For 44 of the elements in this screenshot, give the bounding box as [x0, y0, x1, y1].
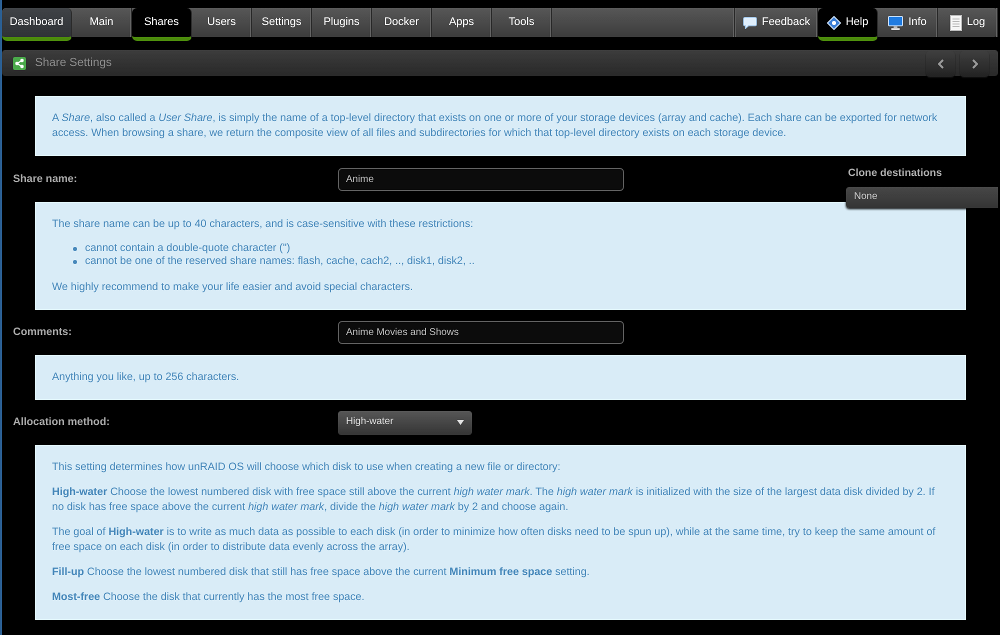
help-text: The share name can be up to 40 characters, and is case-sensitive with these restrictions:: [52, 217, 474, 232]
help-text: A Share, also called a User Share, is simply the name of a top-level directory that exists on one or more of your storage devices (array and cache). Each share can be exported for network access. When browsing a share, we return the composite view of all files and subdirectories for which that top-level directory exists on each storage device.: [52, 111, 938, 141]
nav-link[interactable]: Info: [878, 8, 938, 37]
help-text: We highly recommend to make your life easier and avoid special characters.: [52, 280, 414, 295]
nav-tab[interactable]: Settings: [252, 8, 312, 37]
field-label: Comments:: [13, 325, 73, 340]
field-label: Share name:: [13, 172, 78, 187]
diamond-icon: [826, 16, 841, 30]
help-text: This setting determines how unRAID OS will choose which disk to use when creating a new file or directory:: [52, 460, 562, 475]
help-list-item: cannot be one of the reserved share names: flash, cache, cach2, .., disk1, disk2, ..: [85, 255, 475, 268]
page-title: Share Settings: [35, 55, 112, 72]
nav-tab[interactable]: Shares: [132, 8, 192, 41]
field-label: Allocation method:: [13, 415, 111, 430]
chevron-right-icon: [972, 58, 978, 68]
nav-link[interactable]: Feedback: [735, 8, 818, 37]
bullet-icon: [73, 246, 77, 250]
help-text: Anything you like, up to 256 characters.: [52, 370, 240, 385]
help-text: Fill-up Choose the lowest numbered disk that still has free space above the current Minimum free space setting.: [52, 565, 591, 580]
help-text: Most-free Choose the disk that currently has the most free space.: [52, 590, 366, 605]
nav-tab[interactable]: Plugins: [312, 8, 372, 37]
bullet-icon: [73, 260, 77, 264]
nav-tab[interactable]: Dashboard: [2, 8, 72, 41]
chevron-left-icon: [938, 58, 944, 68]
previous-button[interactable]: [926, 50, 955, 76]
dropdown-select[interactable]: None: [846, 186, 998, 208]
nav-tab[interactable]: Tools: [492, 8, 552, 37]
field-label: Clone destinations: [848, 166, 943, 181]
next-button[interactable]: [960, 50, 989, 76]
nav-tab[interactable]: Users: [192, 8, 252, 37]
caret-icon: [457, 420, 464, 425]
nav-link[interactable]: Help: [818, 8, 878, 41]
nav-link[interactable]: Log: [938, 8, 998, 37]
input-field[interactable]: Anime: [338, 168, 624, 190]
share-icon: [13, 56, 26, 70]
document-icon: [950, 14, 962, 30]
speech-bubble-icon: [742, 16, 757, 28]
dropdown-select[interactable]: High-water: [338, 410, 472, 434]
help-text: The goal of High-water is to write as much data as possible to each disk (in order to minimize how often disks need to be spun up), while at the same time, try to keep the same amount of free space on each disk (in order to distribute data evenly across the array).: [52, 525, 936, 555]
input-field[interactable]: Anime Movies and Shows: [338, 321, 624, 344]
help-text: High-water Choose the lowest numbered disk with free space still above the current high water mark. The high water mark is initialized with the size of the largest data disk divided by 2. If no disk has free space above the current high water mark, divide the high water mark by 2 and choose again.: [52, 485, 936, 515]
nav-tab[interactable]: Apps: [432, 8, 492, 37]
nav-tab[interactable]: Docker: [372, 8, 432, 37]
help-list-item: cannot contain a double-quote character ("): [85, 242, 290, 255]
monitor-icon: [888, 16, 904, 30]
